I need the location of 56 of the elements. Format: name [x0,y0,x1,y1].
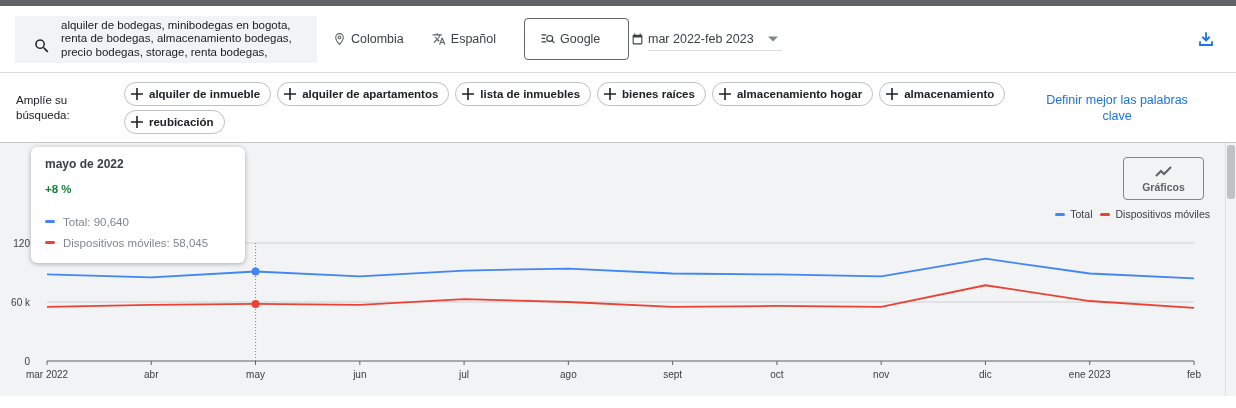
keyword-chip[interactable]: reubicación [124,109,225,134]
x-tick-label: jul [459,369,470,380]
graphs-button[interactable]: Gráficos [1123,157,1204,200]
y-tick-label: 120 [13,238,30,249]
data-point [251,299,260,308]
search-icon [33,37,51,55]
keyword-chip[interactable]: alquiler de apartamentos [277,81,450,106]
plus-icon [284,87,297,100]
x-tick-label: ene 2023 [1068,369,1111,380]
search-list-icon [541,33,555,45]
translate-icon [431,32,446,46]
plus-icon [886,87,899,100]
plus-icon [604,87,617,100]
y-tick-label: 0 [24,356,30,367]
plus-icon [131,115,143,128]
scrollbar[interactable] [1225,143,1236,396]
x-tick-label: mar 2022 [25,369,69,380]
x-tick-label: ago [560,369,577,380]
tooltip-value: Total: 90,640 [63,215,129,228]
network-button[interactable]: Google [524,18,629,60]
x-tick-label: nov [873,369,890,380]
location-filter[interactable]: Colombia [351,32,404,46]
date-range-dropdown[interactable]: mar 2022-feb 2023 [648,27,782,51]
language-filter[interactable]: Español [450,32,496,46]
legend-label: Total [1070,208,1093,220]
data-point [251,267,260,276]
tooltip-value: Dispositivos móviles: 58,045 [63,236,209,249]
x-tick-label: may [246,369,265,380]
keyword-chip[interactable]: alquiler de inmueble [124,81,272,106]
keyword-chip[interactable]: bienes raíces [597,81,706,106]
keyword-chip[interactable]: almacenamiento hogar [711,81,874,106]
caret-icon [768,35,778,42]
tooltip-change: +8 % [45,183,73,195]
search-value: alquiler de bodegas, minibodegas en bogota, renta de bodegas, almacenamiento bodegas, precio bodegas, storage, renta bodegas, [61,18,293,60]
search-field[interactable]: alquiler de bodegas, minibodegas en bogota, renta de bodegas, almacenamiento bodegas, precio bodegas, storage, renta bodegas, [15,15,317,63]
broaden-label: Amplíe su búsqueda: [16,92,71,123]
scrollbar-thumb[interactable] [1227,145,1235,199]
legend-label: Dispositivos móviles [1115,208,1210,220]
x-tick-label: sept [663,369,683,380]
plus-icon [131,87,143,100]
keyword-chip[interactable]: lista de inmuebles [455,81,592,106]
download-icon[interactable] [1197,30,1215,48]
x-tick-label: dic [979,369,992,380]
plus-icon [462,87,475,100]
y-tick-label: 60 k [11,297,30,308]
refine-keywords-link[interactable]: Definir mejor las palabras clave [1032,91,1202,124]
x-tick-label: jun [353,369,367,380]
tooltip-title: mayo de 2022 [45,157,125,171]
keyword-chip[interactable]: almacenamiento [879,81,1006,106]
plus-icon [718,87,731,100]
x-tick-label: feb [1187,369,1201,380]
x-tick-label: abr [144,369,159,380]
calendar-icon [631,32,644,46]
trend-line-icon [1154,164,1173,177]
location-pin-icon [333,32,346,46]
x-tick-label: oct [770,369,784,380]
